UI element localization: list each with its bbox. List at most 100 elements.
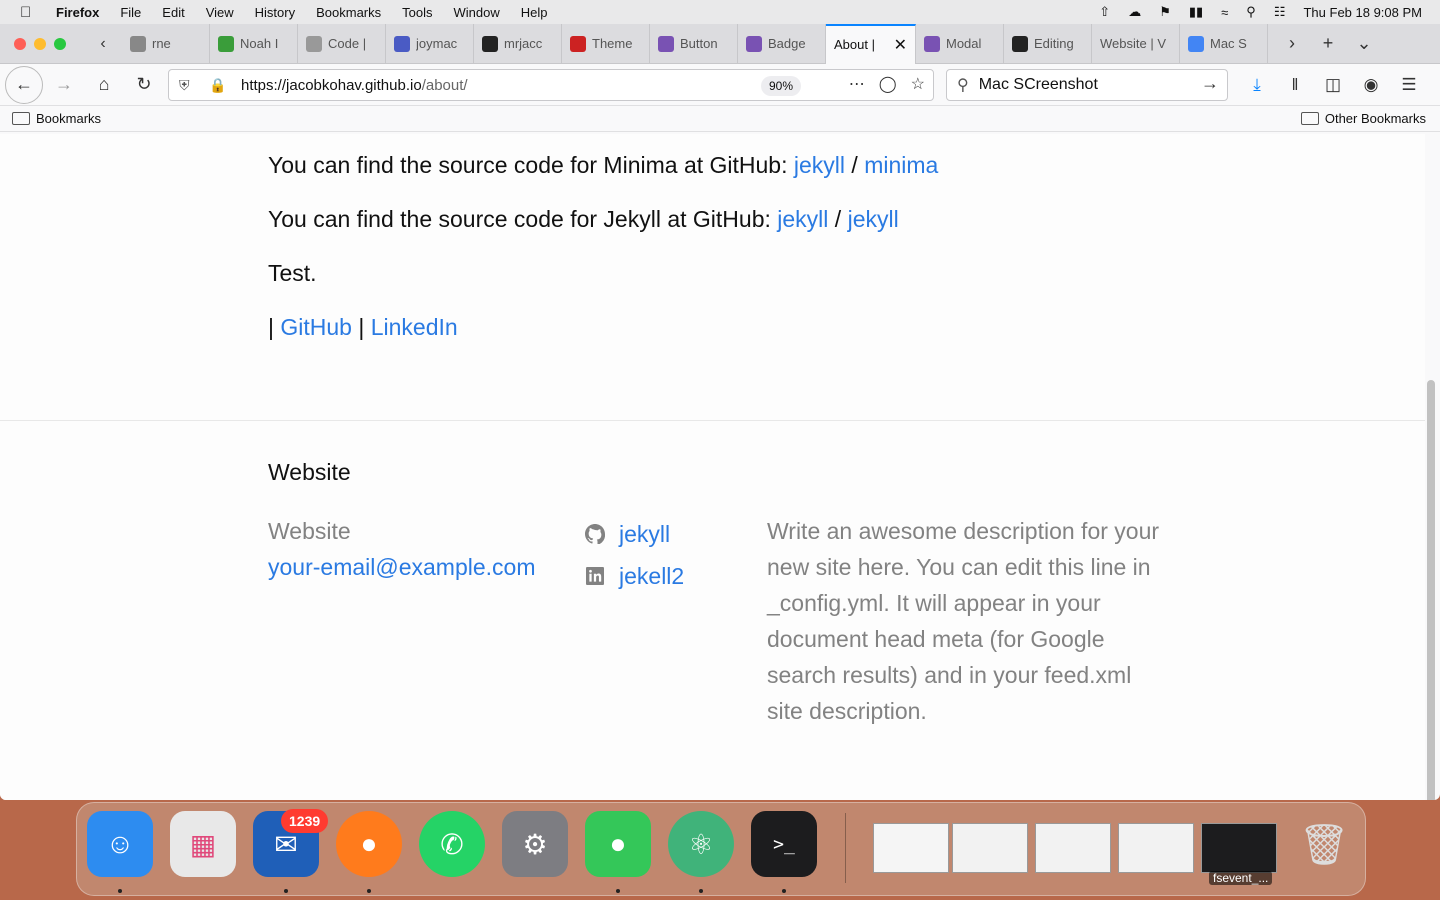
menu-window[interactable]: Window bbox=[454, 5, 500, 20]
whatsapp-icon[interactable]: ✆ bbox=[419, 811, 485, 877]
menubar-clock[interactable]: Thu Feb 18 9:08 PM bbox=[1303, 5, 1422, 20]
reload-icon[interactable]: ↻ bbox=[125, 66, 163, 104]
bookmark-star-icon[interactable]: ☆ bbox=[911, 74, 925, 94]
footer-email-link[interactable]: your-email@example.com bbox=[268, 554, 536, 580]
browser-tab[interactable]: Badge bbox=[738, 24, 826, 64]
browser-tab[interactable]: Code | bbox=[298, 24, 386, 64]
close-tab-icon[interactable]: ✕ bbox=[894, 35, 907, 55]
menu-view[interactable]: View bbox=[206, 5, 234, 20]
system-preferences-icon[interactable]: ⚙ bbox=[502, 811, 568, 877]
footer-linkedin-link[interactable]: jekell2 bbox=[619, 555, 684, 597]
page-icon bbox=[130, 35, 146, 52]
minimized-terminal-window[interactable] bbox=[1201, 823, 1277, 873]
tab-label: Website | V bbox=[1100, 36, 1166, 51]
browser-tab[interactable]: Modal bbox=[916, 24, 1004, 64]
url-bar[interactable]: ⛨ 🔒 https://jacobkohav.github.io/about/ … bbox=[168, 69, 934, 101]
minimized-atom-window[interactable] bbox=[1118, 823, 1194, 873]
list-all-tabs-icon[interactable]: ⌄ bbox=[1346, 33, 1382, 54]
minimize-window-button[interactable] bbox=[34, 37, 46, 50]
menu-app-firefox[interactable]: Firefox bbox=[56, 5, 99, 20]
back-icon[interactable]: ← bbox=[5, 65, 43, 104]
menu-edit[interactable]: Edit bbox=[162, 5, 184, 20]
messages-icon[interactable]: ● bbox=[585, 811, 651, 877]
terminal-icon[interactable]: >_ bbox=[751, 811, 817, 877]
scroll-tabs-right-icon[interactable]: › bbox=[1274, 33, 1310, 54]
control-center-icon[interactable]: ☷ bbox=[1274, 4, 1286, 20]
url-host: https://jacobkohav.github.io bbox=[241, 76, 422, 94]
browser-tab[interactable]: Mac S bbox=[1180, 24, 1268, 64]
page-scrollbar[interactable] bbox=[1427, 380, 1435, 800]
cloud-icon[interactable]: ☁ bbox=[1128, 4, 1141, 20]
joymac-favicon bbox=[394, 35, 410, 52]
minima-owner-link[interactable]: jekyll bbox=[794, 152, 845, 178]
browser-tab[interactable]: Noah I bbox=[210, 24, 298, 64]
battery-icon[interactable]: ▮▮ bbox=[1189, 4, 1203, 20]
forward-icon[interactable]: → bbox=[45, 66, 83, 104]
menu-tools[interactable]: Tools bbox=[402, 5, 432, 20]
menu-bookmarks[interactable]: Bookmarks bbox=[316, 5, 381, 20]
jekyll-owner-link[interactable]: jekyll bbox=[777, 206, 828, 232]
tab-label: Editing bbox=[1034, 36, 1074, 51]
pocket-icon[interactable]: ◯ bbox=[879, 74, 897, 94]
close-window-button[interactable] bbox=[14, 37, 26, 50]
minimized-thunderbird-window[interactable] bbox=[1035, 823, 1111, 873]
search-go-icon[interactable]: → bbox=[1201, 73, 1219, 94]
jekyll-repo-link[interactable]: jekyll bbox=[848, 206, 899, 232]
home-icon[interactable]: ⌂ bbox=[85, 66, 123, 104]
sidebar-icon[interactable]: ◫ bbox=[1314, 75, 1352, 95]
link-separator: | bbox=[268, 314, 274, 340]
menu-file[interactable]: File bbox=[120, 5, 141, 20]
finder-icon[interactable]: ☺ bbox=[87, 811, 153, 877]
search-input[interactable]: Mac SCreenshot bbox=[979, 76, 1098, 94]
launchpad-icon[interactable]: ▦ bbox=[170, 811, 236, 877]
upload-icon[interactable]: ⇧ bbox=[1099, 4, 1110, 20]
browser-tab[interactable]: Editing bbox=[1004, 24, 1092, 64]
github-link[interactable]: GitHub bbox=[280, 314, 352, 340]
scroll-tabs-left-icon[interactable]: ‹ bbox=[84, 35, 122, 53]
minima-source-paragraph: You can find the source code for Minima … bbox=[268, 152, 938, 179]
browser-tab[interactable]: About | ✕ bbox=[826, 24, 916, 64]
browser-tab[interactable]: Theme bbox=[562, 24, 650, 64]
library-icon[interactable]: ‖ bbox=[1276, 75, 1314, 95]
page-actions-icon[interactable]: ⋯ bbox=[849, 74, 865, 94]
bootstrap-icon bbox=[658, 35, 674, 52]
flag-icon[interactable]: ⚑ bbox=[1159, 4, 1171, 20]
firefox-icon[interactable]: ● bbox=[336, 811, 402, 877]
url-text[interactable]: https://jacobkohav.github.io/about/ bbox=[241, 77, 468, 94]
apple-icon[interactable]:  bbox=[20, 4, 40, 21]
browser-tab[interactable]: mrjacc bbox=[474, 24, 562, 64]
footer-github-link[interactable]: jekyll bbox=[619, 513, 670, 555]
other-bookmarks-folder[interactable]: Other Bookmarks bbox=[1300, 111, 1426, 126]
bookmarks-folder[interactable]: Bookmarks bbox=[12, 111, 101, 126]
minimized-window-preview[interactable] bbox=[873, 823, 949, 873]
new-tab-icon[interactable]: + bbox=[1310, 33, 1346, 54]
lock-icon[interactable]: 🔒 bbox=[209, 77, 229, 94]
downloads-icon[interactable]: ⤓ bbox=[1238, 75, 1276, 95]
zoom-window-button[interactable] bbox=[54, 37, 66, 50]
noah-favicon bbox=[218, 35, 234, 52]
search-bar[interactable]: ⚲ Mac SCreenshot → bbox=[946, 69, 1228, 101]
account-icon[interactable]: ◉ bbox=[1352, 75, 1390, 95]
minima-repo-link[interactable]: minima bbox=[864, 152, 938, 178]
linkedin-link[interactable]: LinkedIn bbox=[371, 314, 458, 340]
other-bookmarks-label: Other Bookmarks bbox=[1324, 111, 1426, 126]
wifi-icon[interactable]: ≈ bbox=[1221, 5, 1228, 20]
minimized-firefox-window[interactable] bbox=[952, 823, 1028, 873]
browser-tab[interactable]: Website | V bbox=[1092, 24, 1180, 64]
zoom-indicator[interactable]: 90% bbox=[761, 76, 802, 96]
hamburger-menu-icon[interactable]: ☰ bbox=[1390, 75, 1428, 95]
spotlight-icon[interactable]: ⚲ bbox=[1246, 4, 1256, 20]
tab-label: Badge bbox=[768, 36, 806, 51]
menu-history[interactable]: History bbox=[255, 5, 295, 20]
browser-tab[interactable]: joymac bbox=[386, 24, 474, 64]
browser-tab[interactable]: Button bbox=[650, 24, 738, 64]
github-icon bbox=[482, 35, 498, 52]
running-indicator bbox=[367, 889, 371, 893]
footer-site-name: Website bbox=[268, 518, 351, 544]
tracking-protection-icon[interactable]: ⛨ bbox=[179, 77, 199, 94]
trash-icon[interactable]: 🗑 bbox=[1291, 811, 1357, 877]
browser-tab[interactable]: rne bbox=[122, 24, 210, 64]
menu-help[interactable]: Help bbox=[521, 5, 548, 20]
atom-icon[interactable]: ⚛ bbox=[668, 811, 734, 877]
running-indicator bbox=[782, 889, 786, 893]
